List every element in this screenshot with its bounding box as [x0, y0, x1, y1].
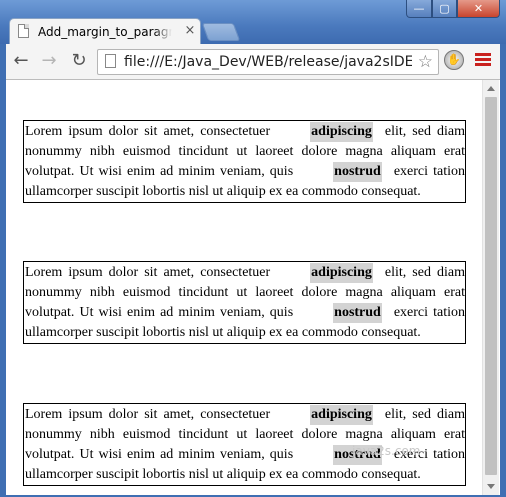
scroll-up-arrow-icon[interactable]	[487, 86, 495, 91]
url-text[interactable]: file:///E:/Java_Dev/WEB/release/java2sID…	[124, 53, 412, 71]
emphasis-adipiscing: adipiscing	[310, 263, 373, 283]
star-icon[interactable]: ☆	[418, 52, 433, 72]
paragraph-text: Lorem ipsum dolor sit amet, consectetuer	[25, 124, 271, 139]
page-icon	[18, 24, 29, 38]
minimize-button[interactable]: —	[406, 0, 432, 18]
page-icon	[105, 54, 116, 68]
window-controls: — ▢ ✕	[406, 0, 500, 20]
emphasis-nostrud: nostrud	[333, 162, 382, 182]
title-bar: Add_margin_to_paragraph × — ▢ ✕	[0, 0, 506, 45]
extension-icon[interactable]: ✋	[444, 50, 464, 70]
close-window-button[interactable]: ✕	[457, 0, 500, 18]
paragraph-text: Lorem ipsum dolor sit amet, consectetuer	[25, 407, 271, 422]
scroll-down-arrow-icon[interactable]	[487, 484, 495, 489]
close-tab-icon[interactable]: ×	[183, 23, 197, 39]
page-viewport: Lorem ipsum dolor sit amet, consectetuer…	[6, 80, 500, 495]
reload-button[interactable]: ↻	[68, 50, 90, 72]
menu-icon[interactable]	[475, 53, 491, 67]
forward-button[interactable]: →	[38, 50, 60, 72]
paragraph: Lorem ipsum dolor sit amet, consectetuer…	[23, 120, 466, 203]
browser-tab[interactable]: Add_margin_to_paragraph ×	[9, 18, 201, 45]
tab-title: Add_margin_to_paragraph	[38, 24, 172, 40]
new-tab-button[interactable]	[201, 23, 241, 41]
browser-toolbar: ← → ↻ file:///E:/Java_Dev/WEB/release/ja…	[6, 44, 500, 80]
emphasis-adipiscing: adipiscing	[310, 122, 373, 142]
emphasis-adipiscing: adipiscing	[310, 405, 373, 425]
watermark: java2s.com	[352, 444, 421, 458]
vertical-scrollbar[interactable]	[482, 80, 499, 495]
emphasis-nostrud: nostrud	[333, 303, 382, 323]
address-bar[interactable]: file:///E:/Java_Dev/WEB/release/java2sID…	[97, 49, 439, 75]
paragraph: Lorem ipsum dolor sit amet, consectetuer…	[23, 261, 466, 344]
paragraph-text: Lorem ipsum dolor sit amet, consectetuer	[25, 265, 271, 280]
scrollbar-thumb[interactable]	[485, 97, 497, 475]
back-button[interactable]: ←	[10, 50, 32, 72]
maximize-button[interactable]: ▢	[432, 0, 457, 18]
